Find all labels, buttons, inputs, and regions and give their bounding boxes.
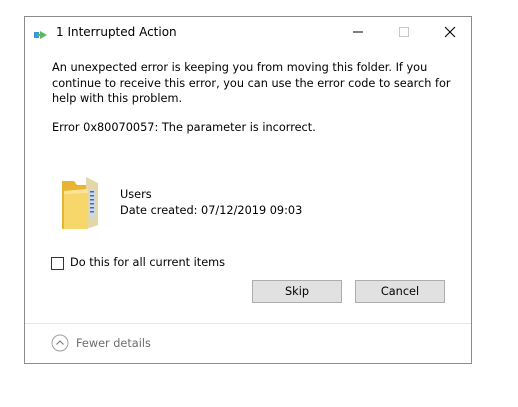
cancel-button[interactable]: Cancel — [355, 280, 445, 303]
error-code: Error 0x80070057: The parameter is incor… — [52, 121, 316, 134]
interrupted-action-arrow-icon — [34, 26, 50, 39]
close-button[interactable] — [427, 17, 473, 47]
footer-divider — [25, 323, 471, 324]
close-icon — [444, 26, 456, 38]
error-message: An unexpected error is keeping you from … — [52, 61, 451, 105]
maximize-button[interactable] — [381, 17, 427, 47]
interrupted-action-dialog: 1 Interrupted Action An unexpected error… — [24, 16, 472, 364]
skip-button[interactable]: Skip — [252, 280, 342, 303]
fewer-details-label[interactable]: Fewer details — [76, 337, 151, 350]
item-date-created: Date created: 07/12/2019 09:03 — [120, 204, 303, 217]
folder-icon — [60, 175, 104, 231]
item-name: Users — [120, 188, 152, 201]
apply-to-all-label[interactable]: Do this for all current items — [70, 256, 225, 269]
title-bar[interactable]: 1 Interrupted Action — [25, 17, 471, 47]
maximize-icon — [399, 27, 409, 37]
apply-to-all-checkbox[interactable] — [51, 257, 64, 270]
window-title: 1 Interrupted Action — [56, 25, 177, 39]
minimize-icon — [353, 31, 363, 33]
minimize-button[interactable] — [335, 17, 381, 47]
chevron-up-circle-icon[interactable] — [51, 334, 69, 352]
